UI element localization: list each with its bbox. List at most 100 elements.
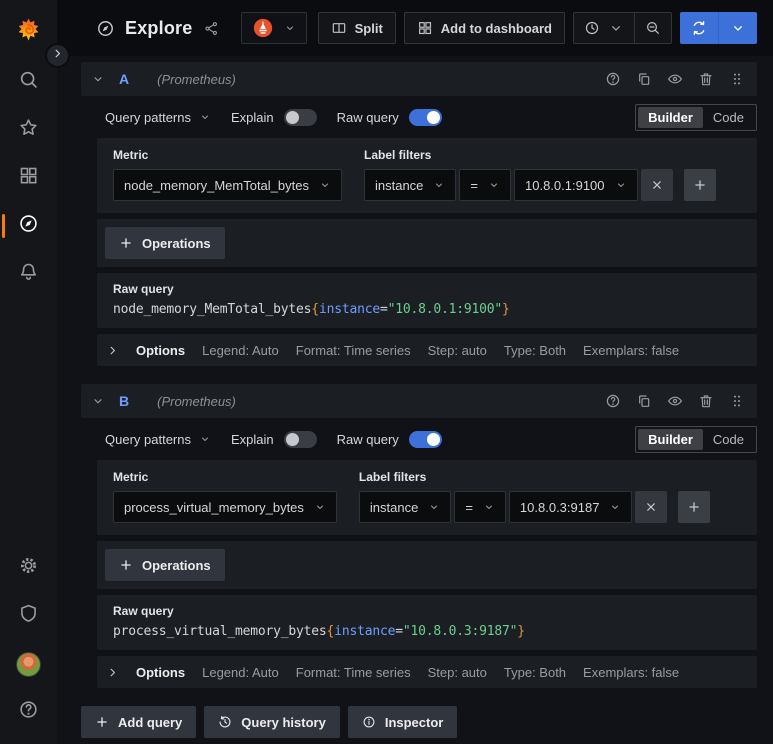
query-ref-label[interactable]: B xyxy=(119,393,129,409)
raw-query-toggle[interactable] xyxy=(408,108,442,126)
explain-label: Explain xyxy=(231,431,274,447)
query-patterns-dropdown[interactable]: Query patterns xyxy=(105,110,211,125)
add-query-button[interactable]: Add query xyxy=(81,706,197,738)
chevron-right-icon xyxy=(51,47,64,65)
metric-filters-card: Metric node_memory_MemTotal_bytes Label … xyxy=(97,138,757,213)
sidebar-item-server-admin[interactable] xyxy=(0,592,57,640)
zoom-out-button[interactable] xyxy=(635,13,671,43)
metric-field: Metric process_virtual_memory_bytes xyxy=(113,470,337,523)
code-string: "10.8.0.1:9100" xyxy=(387,302,503,317)
chevron-right-icon xyxy=(106,344,119,357)
page-title: Explore xyxy=(125,17,193,38)
sidebar-item-explore[interactable] xyxy=(0,202,57,250)
options-card[interactable]: Options Legend: Auto Format: Time series… xyxy=(97,334,757,366)
remove-filter-button[interactable] xyxy=(635,491,668,523)
sidebar-item-alerting[interactable] xyxy=(0,250,57,298)
filter-operator-value: = xyxy=(465,499,473,515)
add-operation-button[interactable]: Operations xyxy=(105,227,225,259)
trash-icon[interactable] xyxy=(698,393,714,409)
explain-label: Explain xyxy=(231,109,274,125)
operations-card: Operations xyxy=(97,541,757,589)
help-circle-icon xyxy=(18,699,39,725)
editor-mode-switch: Builder Code xyxy=(635,103,757,131)
sidebar-item-help[interactable] xyxy=(0,688,57,736)
query-ref-label[interactable]: A xyxy=(119,71,129,87)
add-to-dashboard-button[interactable]: Add to dashboard xyxy=(403,12,565,44)
sidebar-expand-button[interactable] xyxy=(45,43,70,68)
raw-query-toggle[interactable] xyxy=(408,430,442,448)
search-icon xyxy=(18,69,39,95)
datasource-picker[interactable] xyxy=(241,12,308,44)
refresh-interval-dropdown[interactable] xyxy=(719,12,757,44)
sidebar-item-configuration[interactable] xyxy=(0,544,57,592)
duplicate-icon[interactable] xyxy=(636,393,652,409)
help-icon[interactable] xyxy=(605,393,621,409)
metric-select[interactable]: node_memory_MemTotal_bytes xyxy=(113,169,342,201)
code-tab[interactable]: Code xyxy=(703,429,754,450)
drag-handle-icon[interactable] xyxy=(729,71,745,87)
raw-query-expression: node_memory_MemTotal_bytes{instance="10.… xyxy=(113,302,741,317)
raw-query-card: Raw query process_virtual_memory_bytes{i… xyxy=(97,595,757,650)
add-operation-button[interactable]: Operations xyxy=(105,549,225,581)
caret-down-icon xyxy=(615,179,627,191)
options-exemplars: Exemplars: false xyxy=(583,342,680,358)
collapse-caret-icon[interactable] xyxy=(91,394,105,408)
topnav-left: Explore xyxy=(96,12,308,44)
operations-label: Operations xyxy=(142,235,211,251)
add-filter-button[interactable] xyxy=(678,491,711,523)
info-icon xyxy=(362,715,376,729)
sidebar-item-dashboards[interactable] xyxy=(0,154,57,202)
metric-select[interactable]: process_virtual_memory_bytes xyxy=(113,491,337,523)
duplicate-icon[interactable] xyxy=(636,71,652,87)
query-history-button[interactable]: Query history xyxy=(204,706,340,738)
remove-filter-button[interactable] xyxy=(640,169,673,201)
disable-eye-icon[interactable] xyxy=(667,71,683,87)
drag-handle-icon[interactable] xyxy=(729,393,745,409)
inspector-button[interactable]: Inspector xyxy=(347,706,458,738)
metric-field: Metric node_memory_MemTotal_bytes xyxy=(113,148,342,201)
refresh-button[interactable] xyxy=(680,12,718,44)
help-icon[interactable] xyxy=(605,71,621,87)
code-close-brace: } xyxy=(502,302,510,317)
filter-label-select[interactable]: instance xyxy=(363,169,457,201)
sidebar-item-starred[interactable] xyxy=(0,106,57,154)
plus-icon xyxy=(687,500,701,514)
collapse-caret-icon[interactable] xyxy=(91,72,105,86)
sidebar-item-search[interactable] xyxy=(0,58,57,106)
sidebar-item-profile[interactable] xyxy=(0,640,57,688)
options-legend: Legend: Auto xyxy=(202,664,279,680)
filter-value-select[interactable]: 10.8.0.1:9100 xyxy=(514,169,638,201)
query-toolbar: Query patterns Explain Raw query Builder… xyxy=(97,96,757,138)
plus-icon xyxy=(119,558,133,572)
dashboard-grid-icon xyxy=(417,20,433,36)
trash-icon[interactable] xyxy=(698,71,714,87)
plus-icon xyxy=(119,236,133,250)
filter-operator-select[interactable]: = xyxy=(459,169,511,201)
share-icon[interactable] xyxy=(204,21,219,36)
label-filters-label: Label filters xyxy=(358,470,427,484)
options-label: Options xyxy=(136,342,186,358)
options-exemplars: Exemplars: false xyxy=(583,664,680,680)
raw-query-card: Raw query node_memory_MemTotal_bytes{ins… xyxy=(97,273,757,328)
query-actions xyxy=(605,71,745,87)
builder-tab[interactable]: Builder xyxy=(638,106,703,128)
query-patterns-dropdown[interactable]: Query patterns xyxy=(105,432,211,447)
split-icon xyxy=(331,20,347,36)
explain-toggle[interactable] xyxy=(283,430,317,448)
raw-query-label: Raw query xyxy=(336,109,399,125)
code-label-name: instance xyxy=(334,624,396,639)
plus-icon xyxy=(95,715,109,729)
zoom-out-icon xyxy=(645,20,661,36)
add-filter-button[interactable] xyxy=(683,169,716,201)
filter-label-select[interactable]: instance xyxy=(358,491,452,523)
label-filters-label: Label filters xyxy=(363,148,432,162)
builder-tab[interactable]: Builder xyxy=(638,428,703,450)
filter-value-select[interactable]: 10.8.0.3:9187 xyxy=(508,491,633,523)
code-tab[interactable]: Code xyxy=(703,107,754,128)
options-card[interactable]: Options Legend: Auto Format: Time series… xyxy=(97,656,757,688)
filter-operator-select[interactable]: = xyxy=(454,491,506,523)
explain-toggle[interactable] xyxy=(283,108,317,126)
time-picker-button[interactable] xyxy=(574,13,634,43)
disable-eye-icon[interactable] xyxy=(667,393,683,409)
split-button[interactable]: Split xyxy=(317,12,396,44)
